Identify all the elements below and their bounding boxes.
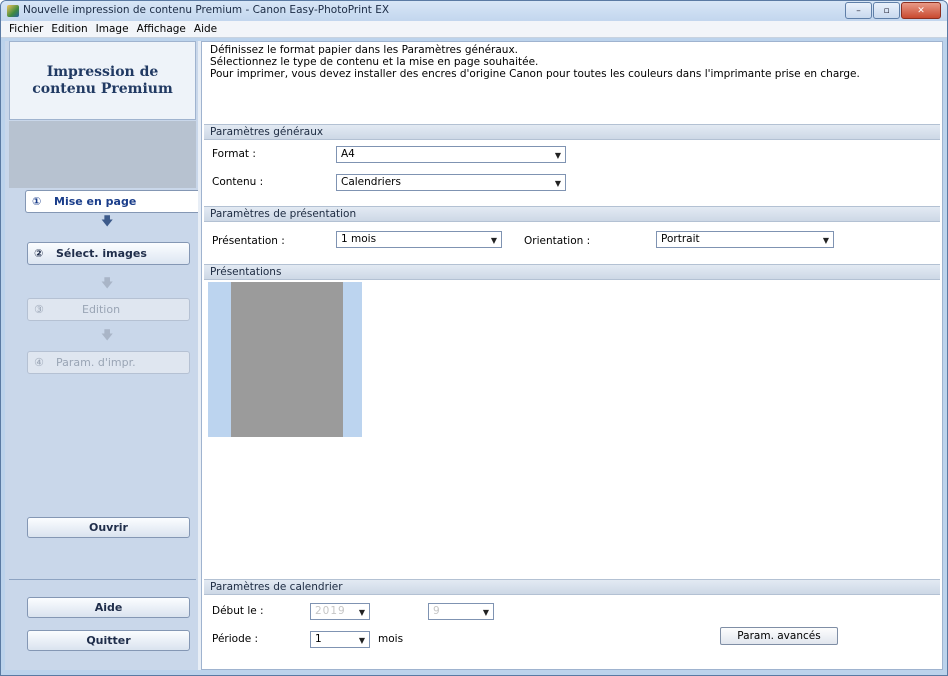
app-window: Nouvelle impression de contenu Premium -… (0, 0, 948, 676)
period-select[interactable]: 1 ▼ (310, 631, 370, 648)
start-month-select[interactable]: 9 ▼ (428, 603, 494, 620)
start-year-value: 2019 (315, 605, 346, 617)
orientation-select[interactable]: Portrait ▼ (656, 231, 834, 248)
period-unit: mois (378, 633, 404, 645)
step-label: Mise en page (54, 195, 137, 208)
step-number: ② (34, 247, 44, 260)
window-title: Nouvelle impression de contenu Premium -… (23, 4, 390, 16)
layout-page-preview (231, 282, 343, 437)
step-number: ④ (34, 356, 44, 369)
menu-affichage[interactable]: Affichage (133, 23, 190, 35)
chevron-down-icon: ▼ (822, 236, 829, 245)
instructions: Définissez le format papier dans les Par… (210, 44, 938, 80)
close-button[interactable]: ✕ (901, 2, 941, 19)
orientation-label: Orientation : (524, 235, 591, 247)
arrow-down-icon: 🡇 (101, 276, 114, 290)
chevron-down-icon: ▼ (482, 608, 489, 617)
open-button[interactable]: Ouvrir (27, 517, 190, 538)
format-label: Format : (212, 148, 256, 160)
step-label: Param. d'impr. (56, 356, 136, 369)
content-select[interactable]: Calendriers ▼ (336, 174, 566, 191)
general-settings-heading: Paramètres généraux (204, 124, 940, 140)
advanced-settings-button[interactable]: Param. avancés (720, 627, 838, 645)
title-bar: Nouvelle impression de contenu Premium -… (1, 1, 947, 21)
instruction-line: Définissez le format papier dans les Par… (210, 44, 519, 56)
step-number: ③ (34, 303, 44, 316)
chevron-down-icon: ▼ (358, 608, 365, 617)
step-select-images[interactable]: ② Sélect. images (27, 242, 190, 265)
minimize-button[interactable]: – (845, 2, 872, 19)
content-value: Calendriers (341, 176, 401, 188)
step-edition: ③ Edition (27, 298, 190, 321)
arrow-down-icon: 🡇 (101, 328, 114, 342)
start-label: Début le : (212, 605, 264, 617)
step-label: Sélect. images (56, 247, 147, 260)
chevron-down-icon: ▼ (358, 636, 365, 645)
step-param-impr: ④ Param. d'impr. (27, 351, 190, 374)
sidebar-title: Impression de contenu Premium (32, 63, 173, 97)
layout-thumbnail-selected[interactable] (208, 282, 362, 437)
presentation-label: Présentation : (212, 235, 285, 247)
menu-aide[interactable]: Aide (190, 23, 221, 35)
step-number: ① (32, 195, 42, 208)
app-logo-icon (7, 5, 19, 17)
menu-bar: Fichier Edition Image Affichage Aide (1, 21, 947, 38)
menu-image[interactable]: Image (92, 23, 133, 35)
layouts-gallery (204, 281, 940, 578)
layouts-heading: Présentations (204, 264, 940, 280)
chevron-down-icon: ▼ (554, 179, 561, 188)
format-value: A4 (341, 148, 355, 160)
quit-button[interactable]: Quitter (27, 630, 190, 651)
presentation-value: 1 mois (341, 233, 377, 245)
chevron-down-icon: ▼ (490, 236, 497, 245)
presentation-settings-heading: Paramètres de présentation (204, 206, 940, 222)
main-panel: Définissez le format papier dans les Par… (201, 41, 943, 670)
content-label: Contenu : (212, 176, 264, 188)
start-month-value: 9 (433, 605, 441, 617)
instruction-line: Sélectionnez le type de contenu et la mi… (210, 56, 539, 68)
instruction-line: Pour imprimer, vous devez installer des … (210, 68, 860, 80)
sidebar-spacer (9, 121, 196, 188)
chevron-down-icon: ▼ (554, 151, 561, 160)
orientation-value: Portrait (661, 233, 700, 245)
menu-fichier[interactable]: Fichier (5, 23, 47, 35)
maximize-button[interactable]: ▫ (873, 2, 900, 19)
sidebar-divider (9, 579, 196, 580)
calendar-settings-heading: Paramètres de calendrier (204, 579, 940, 595)
step-mise-en-page[interactable]: ① Mise en page (25, 190, 198, 213)
menu-edition[interactable]: Edition (47, 23, 91, 35)
period-label: Période : (212, 633, 259, 645)
sidebar: Impression de contenu Premium ① Mise en … (5, 41, 198, 670)
step-label: Edition (82, 303, 121, 316)
help-button[interactable]: Aide (27, 597, 190, 618)
arrow-down-icon: 🡇 (101, 214, 114, 228)
start-year-select[interactable]: 2019 ▼ (310, 603, 370, 620)
presentation-select[interactable]: 1 mois ▼ (336, 231, 502, 248)
sidebar-header: Impression de contenu Premium (9, 41, 196, 120)
period-value: 1 (315, 633, 322, 645)
client-area: Impression de contenu Premium ① Mise en … (5, 41, 943, 670)
format-select[interactable]: A4 ▼ (336, 146, 566, 163)
